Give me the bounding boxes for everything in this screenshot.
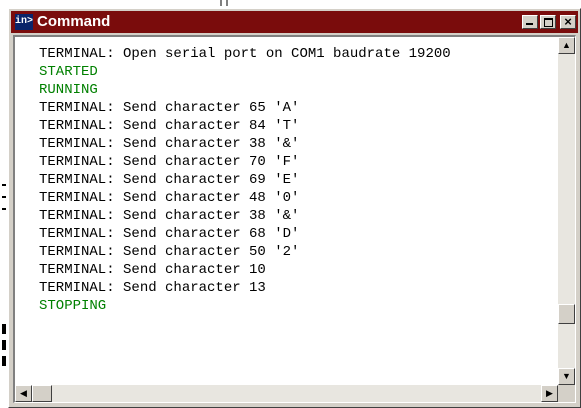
background-desktop-top bbox=[200, 0, 581, 6]
background-desktop-left bbox=[0, 0, 8, 408]
console-line: TERMINAL: Send character 38 '&' bbox=[39, 208, 300, 224]
console-line: TERMINAL: Send character 84 'T' bbox=[39, 118, 300, 134]
console-line: TERMINAL: Send character 50 '2' bbox=[39, 244, 300, 260]
console-line: TERMINAL: Send character 70 'F' bbox=[39, 154, 300, 170]
console-area[interactable]: TERMINAL: Open serial port on COM1 baudr… bbox=[13, 35, 576, 403]
background-mark bbox=[2, 340, 6, 350]
arrow-left-icon: ◀ bbox=[20, 388, 27, 398]
horizontal-scroll-thumb[interactable] bbox=[32, 385, 52, 402]
maximize-icon bbox=[541, 16, 555, 28]
background-mark bbox=[2, 324, 6, 334]
console-line: STOPPING bbox=[39, 298, 107, 314]
title-bar[interactable]: in> Command × bbox=[11, 11, 578, 33]
background-mark bbox=[2, 184, 6, 186]
arrow-up-icon: ▲ bbox=[562, 40, 571, 50]
console-line: RUNNING bbox=[39, 82, 98, 98]
background-tick bbox=[226, 0, 228, 6]
maximize-button[interactable] bbox=[540, 15, 556, 29]
console-line: TERMINAL: Send character 68 'D' bbox=[39, 226, 300, 242]
console-line: STARTED bbox=[39, 64, 98, 80]
minimize-button[interactable] bbox=[522, 15, 538, 29]
background-mark bbox=[2, 356, 6, 366]
close-button[interactable]: × bbox=[560, 15, 576, 29]
console-line: TERMINAL: Send character 69 'E' bbox=[39, 172, 300, 188]
console-line: TERMINAL: Send character 65 'A' bbox=[39, 100, 300, 116]
scroll-left-button[interactable]: ◀ bbox=[15, 385, 32, 402]
minimize-icon bbox=[523, 16, 537, 28]
scroll-up-button[interactable]: ▲ bbox=[558, 37, 575, 54]
scroll-down-button[interactable]: ▼ bbox=[558, 368, 575, 385]
console-line: TERMINAL: Send character 48 '0' bbox=[39, 190, 300, 206]
background-mark bbox=[2, 208, 6, 210]
scroll-right-button[interactable]: ▶ bbox=[541, 385, 558, 402]
horizontal-scrollbar[interactable]: ◀ ▶ bbox=[15, 385, 558, 402]
console-line: TERMINAL: Send character 10 bbox=[39, 262, 266, 278]
window-title: Command bbox=[37, 13, 111, 30]
console-line: TERMINAL: Send character 38 '&' bbox=[39, 136, 300, 152]
arrow-down-icon: ▼ bbox=[562, 371, 571, 381]
console-line: TERMINAL: Send character 13 bbox=[39, 280, 266, 296]
command-window: in> Command × TERMINAL: Open serial port… bbox=[8, 8, 581, 408]
vertical-scroll-thumb[interactable] bbox=[558, 304, 575, 324]
close-icon: × bbox=[564, 14, 572, 29]
arrow-right-icon: ▶ bbox=[546, 388, 553, 398]
background-tick bbox=[220, 0, 222, 6]
console-output[interactable]: TERMINAL: Open serial port on COM1 baudr… bbox=[15, 37, 558, 385]
background-mark bbox=[2, 196, 6, 198]
scrollbar-corner bbox=[558, 385, 575, 402]
vertical-scrollbar[interactable]: ▲ ▼ bbox=[558, 37, 575, 385]
command-prompt-icon: in> bbox=[15, 14, 33, 30]
console-line: TERMINAL: Open serial port on COM1 baudr… bbox=[39, 46, 451, 62]
